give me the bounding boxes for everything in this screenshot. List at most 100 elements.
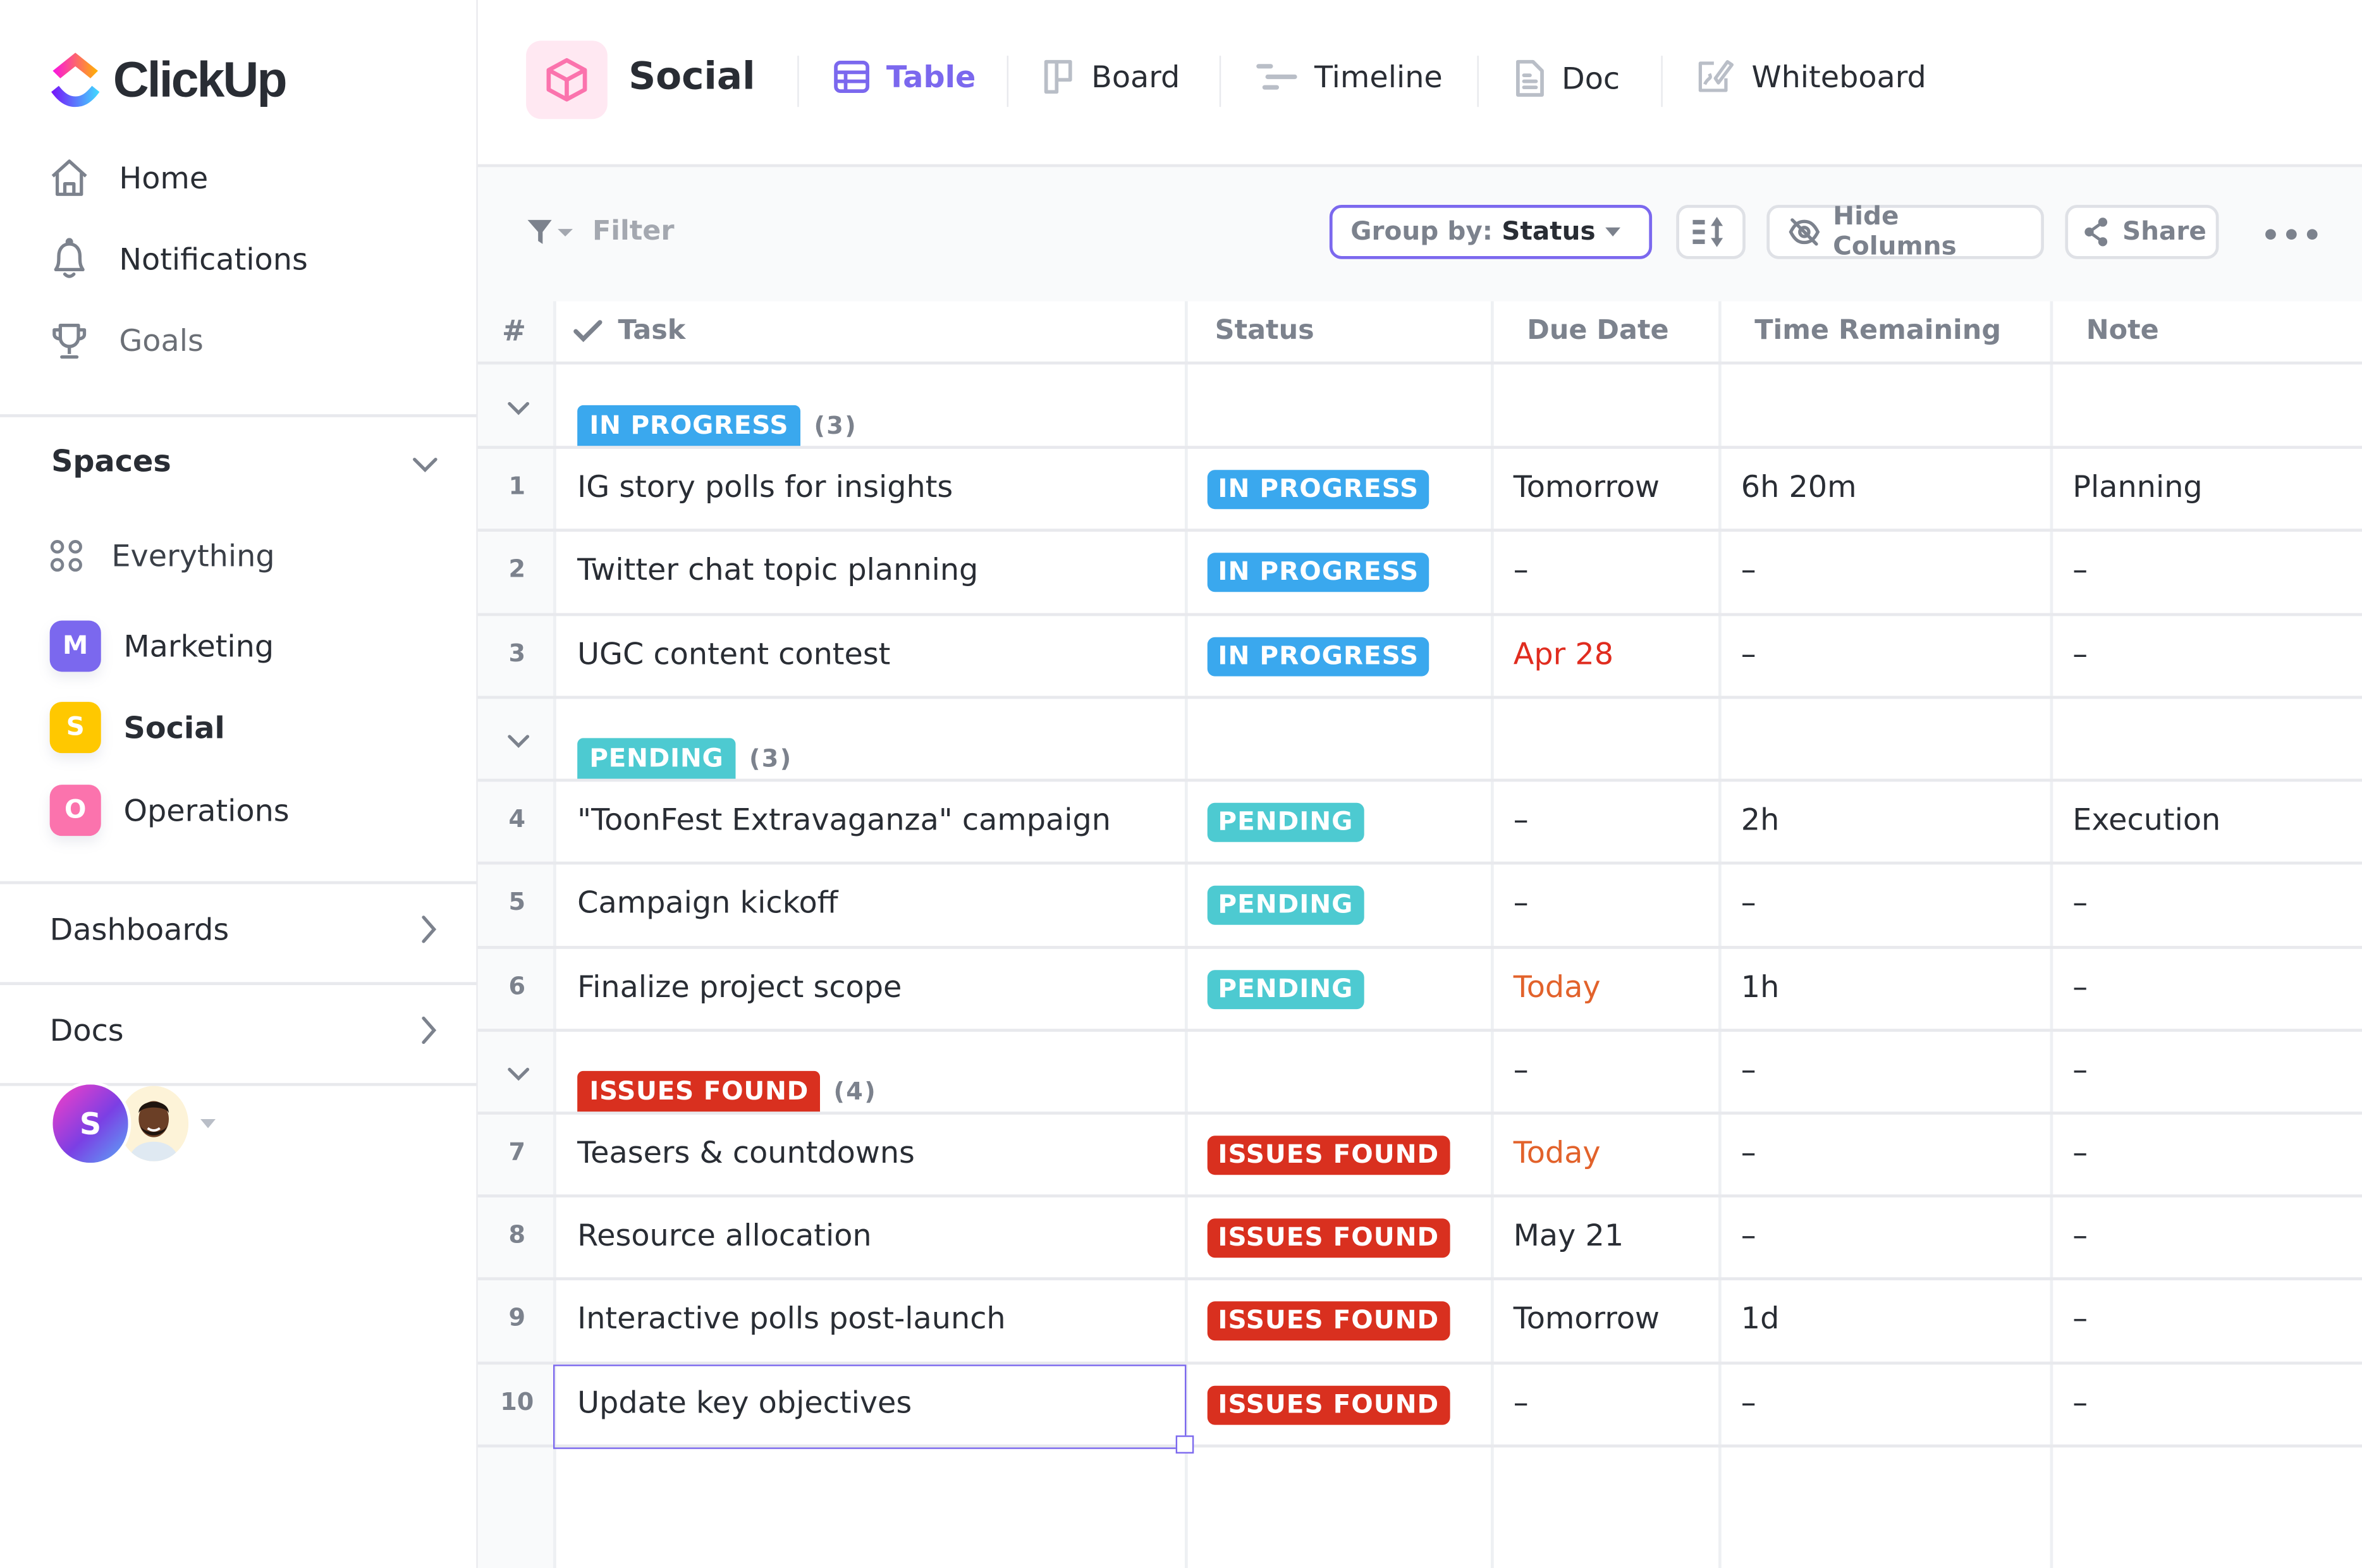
note[interactable]: – [2072, 552, 2088, 588]
due-date[interactable]: – [1514, 552, 1529, 588]
more-options-icon[interactable]: ••• [2261, 217, 2323, 253]
time-remaining[interactable]: – [1741, 1384, 1756, 1420]
sidebar-space-operations[interactable]: O Operations [49, 785, 290, 836]
caret-down-icon[interactable] [200, 1119, 216, 1129]
tab-timeline[interactable]: Timeline [1256, 59, 1443, 95]
task-name[interactable]: Finalize project scope [577, 968, 902, 1004]
status-badge[interactable]: ISSUES FOUND [1207, 1385, 1450, 1424]
row-number: 3 [508, 638, 526, 667]
task-name[interactable]: Resource allocation [577, 1217, 872, 1253]
note[interactable]: – [2072, 1384, 2088, 1420]
note[interactable]: – [2072, 635, 2088, 671]
time-remaining[interactable]: 2h [1741, 801, 1780, 837]
due-date[interactable]: May 21 [1514, 1217, 1624, 1253]
status-badge[interactable]: IN PROGRESS [1207, 636, 1429, 676]
share-button[interactable]: Share [2065, 204, 2219, 259]
note[interactable]: – [2072, 1301, 2088, 1337]
clickup-logo[interactable]: ClickUp [50, 50, 288, 110]
due-date[interactable]: Tomorrow [1514, 1301, 1660, 1337]
table-row[interactable]: 9 Interactive polls post-launch ISSUES FOU… [478, 1280, 2362, 1363]
time-remaining[interactable]: – [1741, 1217, 1756, 1253]
table-row[interactable]: 7 Teasers & countdowns ISSUES FOUND Today – – [478, 1113, 2362, 1196]
column-header-status[interactable]: Status [1215, 315, 1314, 346]
tab-whiteboard[interactable]: Whiteboard [1696, 59, 1926, 95]
table-row[interactable]: 3 UGC content contest IN PROGRESS Apr 28 – – [478, 614, 2362, 697]
sidebar-item-dashboards[interactable]: Dashboards [50, 911, 439, 947]
workspace-avatar[interactable]: S [49, 1081, 132, 1166]
sidebar-item-everything[interactable]: Everything [50, 537, 275, 574]
status-badge[interactable]: ISSUES FOUND [1207, 1135, 1450, 1175]
sort-button[interactable] [1676, 204, 1746, 259]
due-date[interactable]: Apr 28 [1514, 635, 1613, 671]
time-remaining[interactable]: 1h [1741, 968, 1780, 1004]
chevron-down-icon[interactable] [505, 1060, 532, 1089]
group-by-button[interactable]: Group by: Status [1329, 204, 1653, 259]
table-row[interactable]: 8 Resource allocation ISSUES FOUND May 21 – – [478, 1196, 2362, 1280]
table-row[interactable]: 4 "ToonFest Extravaganza" campaign PENDING… [478, 780, 2362, 864]
due-date[interactable]: – [1514, 885, 1529, 921]
tab-doc[interactable]: Doc [1515, 59, 1620, 98]
chevron-down-icon[interactable] [505, 727, 532, 756]
note[interactable]: Execution [2072, 801, 2220, 837]
spaces-heading[interactable]: Spaces [51, 443, 171, 479]
table-row[interactable]: 2 Twitter chat topic planning IN PROGRESS –… [478, 530, 2362, 614]
status-badge[interactable]: ISSUES FOUND [1207, 1302, 1450, 1342]
group-row: ISSUES FOUND (4) – – – [478, 1030, 2362, 1113]
time-remaining[interactable]: 1d [1741, 1301, 1780, 1337]
task-name[interactable]: IG story polls for insights [577, 469, 953, 505]
time-remaining[interactable]: – [1741, 885, 1756, 921]
group-status-badge[interactable]: PENDING [577, 738, 736, 780]
column-header-task[interactable]: Task [573, 315, 685, 346]
sidebar-space-social[interactable]: S Social [49, 702, 225, 754]
filter-button[interactable]: Filter [526, 216, 675, 247]
sidebar-space-marketing[interactable]: M Marketing [49, 620, 274, 672]
sidebar-item-docs[interactable]: Docs [50, 1012, 439, 1048]
task-name[interactable]: "ToonFest Extravaganza" campaign [577, 801, 1111, 837]
task-name[interactable]: Campaign kickoff [577, 885, 838, 921]
status-badge[interactable]: IN PROGRESS [1207, 470, 1429, 510]
due-date[interactable]: – [1514, 1384, 1529, 1420]
table-row[interactable]: 6 Finalize project scope PENDING Today 1h – [478, 946, 2362, 1030]
hide-columns-button[interactable]: Hide Columns [1766, 202, 2044, 262]
status-badge[interactable]: ISSUES FOUND [1207, 1218, 1450, 1258]
note[interactable]: – [2072, 1134, 2088, 1170]
group-status-badge[interactable]: ISSUES FOUND [577, 1070, 821, 1113]
status-badge[interactable]: PENDING [1207, 802, 1364, 842]
chevron-down-icon[interactable] [505, 395, 532, 423]
due-date[interactable]: Tomorrow [1514, 469, 1660, 505]
task-name[interactable]: Interactive polls post-launch [577, 1301, 1006, 1337]
due-date[interactable]: Today [1514, 1134, 1601, 1170]
sidebar-item-goals[interactable]: Goals [50, 321, 204, 360]
tab-table[interactable]: Table [833, 59, 976, 95]
status-badge[interactable]: PENDING [1207, 886, 1364, 926]
table-row[interactable]: 1 IG story polls for insights IN PROGRESS T… [478, 448, 2362, 531]
time-remaining[interactable]: – [1741, 1134, 1756, 1170]
tab-board[interactable]: Board [1041, 59, 1180, 95]
note[interactable]: – [2072, 885, 2088, 921]
table-row[interactable]: 5 Campaign kickoff PENDING – – – [478, 864, 2362, 947]
sidebar-item-notifications[interactable]: Notifications [50, 238, 308, 279]
column-header-due-date[interactable]: Due Date [1527, 315, 1668, 346]
time-remaining[interactable]: – [1741, 552, 1756, 588]
status-badge[interactable]: PENDING [1207, 969, 1364, 1008]
column-header-time-remaining[interactable]: Time Remaining [1754, 315, 2001, 346]
task-name[interactable]: UGC content contest [577, 635, 890, 671]
column-header-note[interactable]: Note [2086, 315, 2159, 346]
column-header-number[interactable]: # [502, 315, 526, 348]
status-badge[interactable]: IN PROGRESS [1207, 553, 1429, 592]
chevron-down-icon[interactable] [410, 452, 441, 481]
note[interactable]: – [2072, 1217, 2088, 1253]
due-date[interactable]: – [1514, 801, 1529, 837]
user-menu[interactable]: S [49, 1081, 216, 1166]
task-name[interactable]: Twitter chat topic planning [577, 552, 978, 588]
sidebar-item-home[interactable]: Home [50, 158, 208, 197]
row-number: 8 [508, 1220, 526, 1249]
time-remaining[interactable]: – [1741, 635, 1756, 671]
time-remaining[interactable]: 6h 20m [1741, 469, 1857, 505]
fill-handle[interactable] [1175, 1435, 1194, 1454]
group-status-badge[interactable]: IN PROGRESS [577, 405, 801, 448]
due-date[interactable]: Today [1514, 968, 1601, 1004]
note[interactable]: Planning [2072, 469, 2202, 505]
task-name[interactable]: Teasers & countdowns [577, 1134, 915, 1170]
note[interactable]: – [2072, 968, 2088, 1004]
